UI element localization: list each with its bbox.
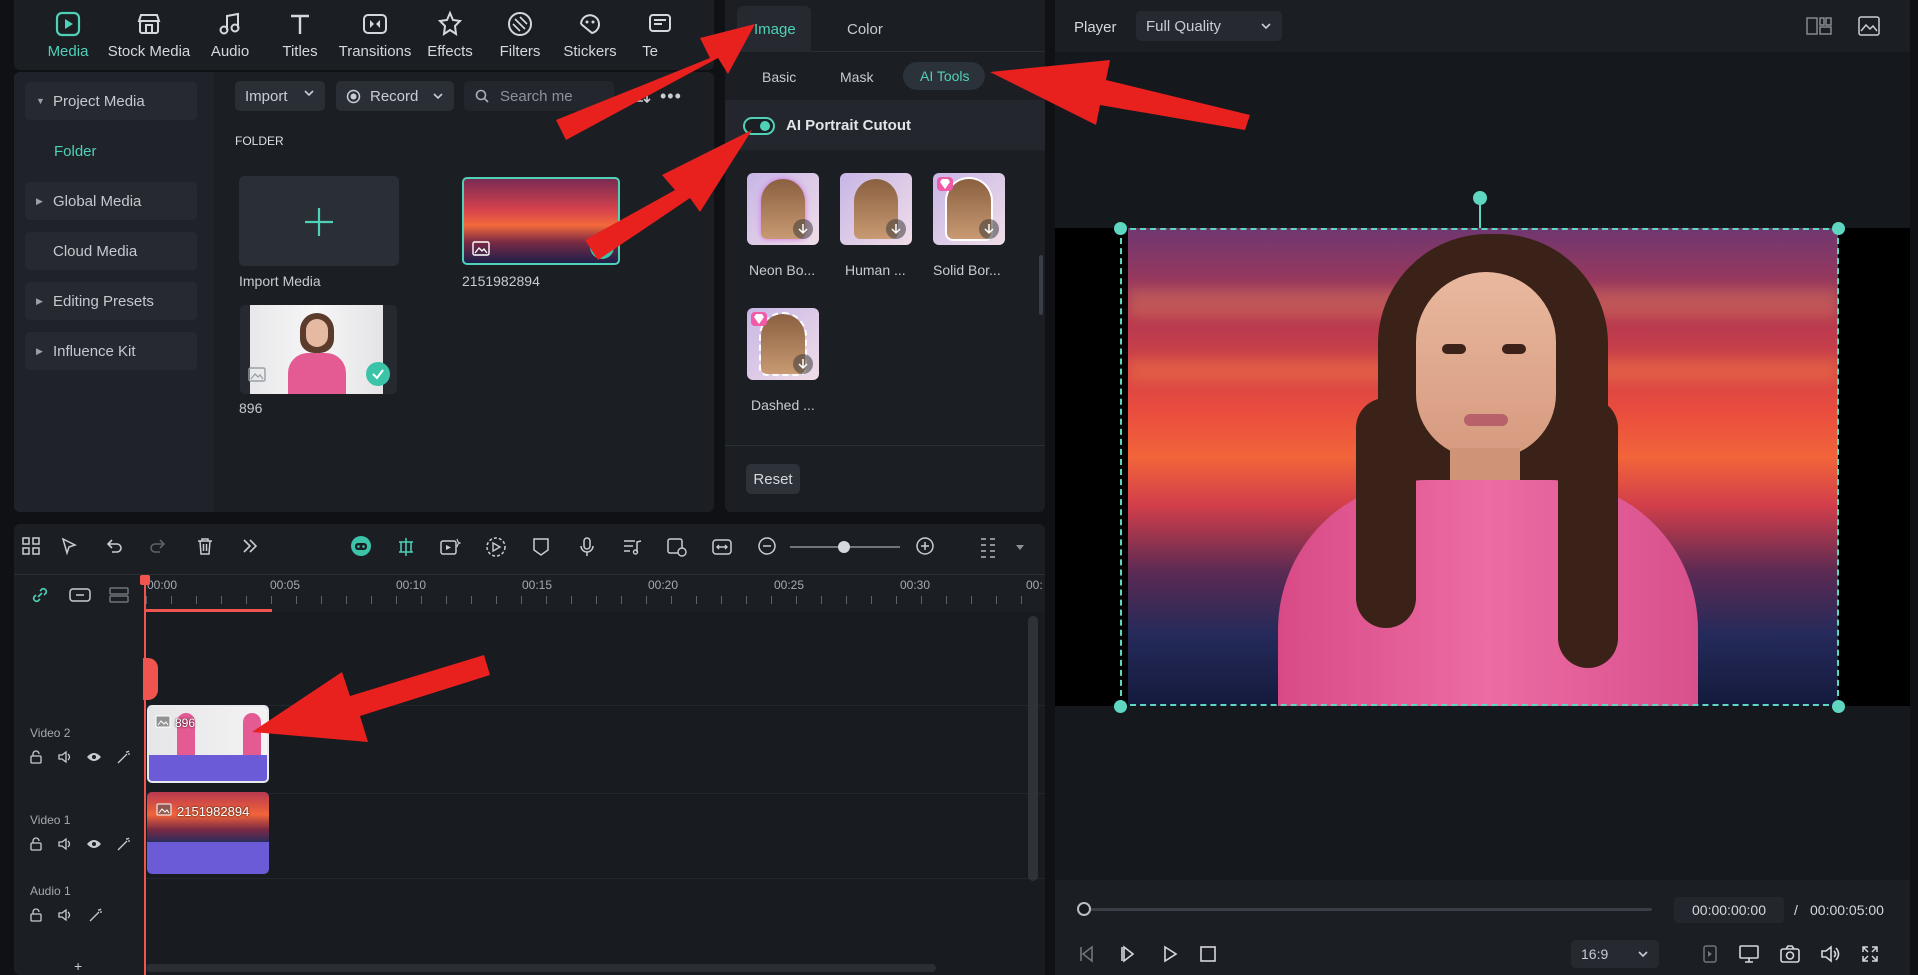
annotation-arrow [585, 130, 752, 260]
annotation-arrow [556, 24, 755, 140]
annotation-arrows [252, 24, 1250, 742]
annotation-arrow [990, 60, 1250, 130]
annotation-arrow [252, 655, 490, 742]
